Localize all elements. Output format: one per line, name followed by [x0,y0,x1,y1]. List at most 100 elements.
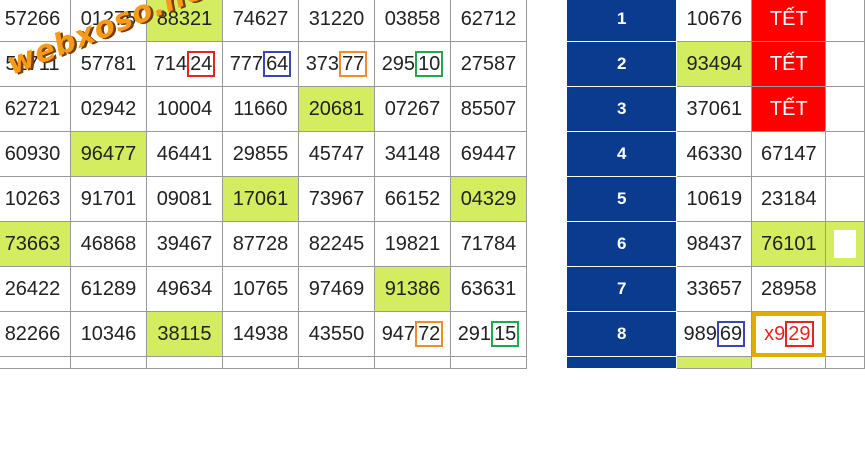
result-cell: 17061 [222,176,299,222]
table-row: 1 10676 TẾT [565,0,865,42]
result-cell: 373 77 [298,41,375,87]
result-cell: 69447 [450,131,527,177]
table-row: 2 93494 TẾT [565,41,865,87]
empty-cell [825,176,865,222]
table-row: 26422 61289 49634 10765 97469 91386 6363… [0,266,527,312]
row-number: 3 [565,86,678,132]
number-prefix: 714 [153,53,188,75]
table-row: 73663 46868 39467 87728 82245 19821 7178… [0,221,527,267]
table-row: 7 33657 28958 [565,266,865,312]
result-cell: 04329 [450,176,527,222]
result-cell: 07267 [374,86,451,132]
result-cell: 91386 [374,266,451,312]
number-prefix: 295 [381,53,416,75]
result-cell: 87728 [222,221,299,267]
result-cell: 23184 [751,176,827,222]
highlighted-digits: 69 [716,321,746,347]
result-cell: 96477 [70,131,147,177]
tet-cell: TẾT [751,0,827,42]
result-cell: 947 72 [374,311,451,357]
highlighted-digits: 72 [415,321,444,347]
result-cell: 98437 [676,221,753,267]
table-row [565,356,865,369]
result-cell: 91701 [70,176,147,222]
row-number: 1 [565,0,678,42]
result-cell: 291 15 [450,311,527,357]
highlighted-digits: 77 [339,51,368,77]
table-row: 5 10619 23184 [565,176,865,222]
highlighted-digits: 24 [187,51,216,77]
result-cell: 10676 [676,0,753,42]
result-cell: 10619 [676,176,753,222]
number-prefix: 373 [305,53,340,75]
table-row: 10263 91701 09081 17061 73967 66152 0432… [0,176,527,222]
highlighted-digits: 10 [415,51,444,77]
highlighted-digits: 29 [785,321,814,347]
result-cell: 10765 [222,266,299,312]
table-row: 6 98437 76101 [565,221,865,267]
result-cell: 46441 [146,131,223,177]
row-number: 5 [565,176,678,222]
result-cell: 10004 [146,86,223,132]
result-cell: 39467 [146,221,223,267]
row-number: 6 [565,221,678,267]
result-cell: 45747 [298,131,375,177]
result-cell: 73663 [0,221,71,267]
result-cell: 10263 [0,176,71,222]
empty-cell [825,266,865,312]
result-cell: 02942 [70,86,147,132]
table-row: 60930 96477 46441 29855 45747 34148 6944… [0,131,527,177]
result-cell: 60930 [0,131,71,177]
empty-cell [450,356,527,369]
result-cell: 295 10 [374,41,451,87]
result-cell: 19821 [374,221,451,267]
right-results-table: 1 10676 TẾT 2 93494 TẾT 3 37061 TẾT 4 46… [565,0,865,369]
result-cell: 97469 [298,266,375,312]
result-cell: 989 69 [676,311,753,357]
result-cell: 82245 [298,221,375,267]
result-cell: 31220 [298,0,375,42]
result-cell: 43550 [298,311,375,357]
result-cell: 38115 [146,311,223,357]
highlighted-digits: 64 [263,51,292,77]
result-cell: 82266 [0,311,71,357]
result-cell: 34148 [374,131,451,177]
result-cell: 63631 [450,266,527,312]
number-prefix: 989 [683,323,717,345]
empty-cell [70,356,147,369]
table-row: 62721 02942 10004 11660 20681 07267 8550… [0,86,527,132]
empty-cell [374,356,451,369]
empty-cell [751,356,827,369]
highlighted-digits: 15 [491,321,520,347]
number-prefix: x9 [764,323,786,345]
result-cell: 62721 [0,86,71,132]
result-cell: 76101 [751,221,827,267]
table-row: 3 37061 TẾT [565,86,865,132]
empty-cell [825,0,865,42]
row-number: 4 [565,131,678,177]
empty-cell [825,311,865,357]
result-cell: 85507 [450,86,527,132]
result-cell: 03858 [374,0,451,42]
result-cell: 29855 [222,131,299,177]
result-cell: 62712 [450,0,527,42]
empty-cell [222,356,299,369]
number-prefix: 947 [381,323,416,345]
table-row: 4 46330 67147 [565,131,865,177]
table-row: 82266 10346 38115 14938 43550 947 72 291 1… [0,311,527,357]
result-cell: 74627 [222,0,299,42]
empty-cell [825,221,865,267]
result-cell: 777 64 [222,41,299,87]
row-number [565,356,678,369]
empty-cell [146,356,223,369]
result-cell: 714 24 [146,41,223,87]
row-number: 2 [565,41,678,87]
empty-cell [825,356,865,369]
tet-cell: TẾT [751,86,827,132]
result-cell: 26422 [0,266,71,312]
empty-cell [298,356,375,369]
result-cell: 73967 [298,176,375,222]
result-cell: 61289 [70,266,147,312]
result-cell: 46330 [676,131,753,177]
result-cell: 33657 [676,266,753,312]
